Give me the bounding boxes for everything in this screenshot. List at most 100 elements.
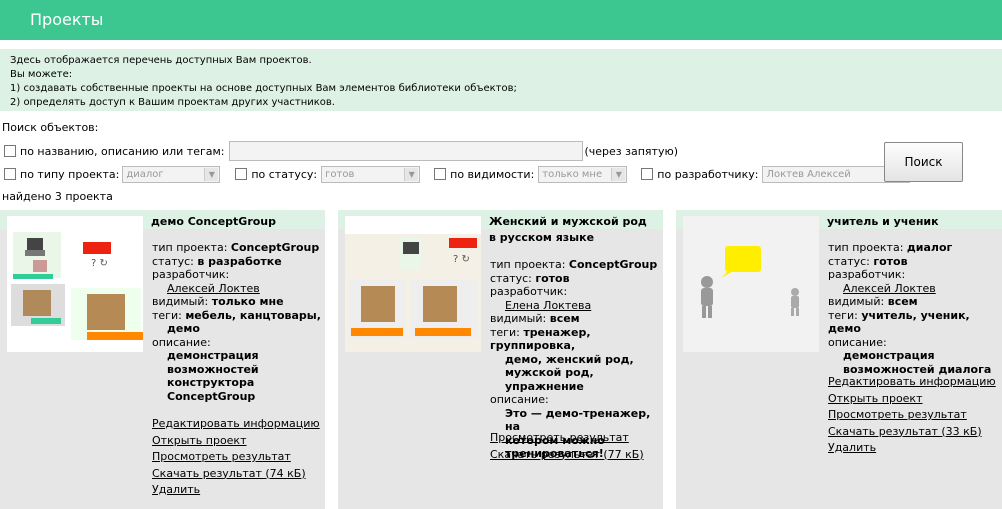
visible-label: видимый: xyxy=(152,295,209,308)
developer-label: разработчик: xyxy=(152,268,230,281)
page-header: Проекты xyxy=(0,0,1002,40)
status-label: статус: xyxy=(152,254,194,268)
type-filter-label: по типу проекта: xyxy=(20,167,120,181)
type-value: диалог xyxy=(906,241,953,254)
tags-value: мужской род, упражнение xyxy=(505,366,594,393)
status-select[interactable]: готов ▼ xyxy=(321,165,421,183)
developer-label: разработчик: xyxy=(828,268,906,281)
tags-label: теги: xyxy=(828,308,858,322)
search-input[interactable] xyxy=(228,141,583,161)
visibility-select-value: только мне xyxy=(542,168,603,180)
edit-info-link[interactable]: Редактировать информацию xyxy=(152,416,322,433)
visible-value: всем xyxy=(549,312,580,325)
visibility-filter-label: по видимости: xyxy=(450,167,535,181)
search-button[interactable]: Поиск xyxy=(884,142,963,182)
tags-label: теги: xyxy=(490,325,520,339)
status-label: статус: xyxy=(490,271,532,285)
developer-link[interactable]: Алексей Локтев xyxy=(167,282,260,295)
visibility-filter-checkbox[interactable] xyxy=(434,168,447,180)
description-line: возможностей xyxy=(167,362,259,376)
dialog-preview-image xyxy=(683,216,819,352)
view-result-link[interactable]: Просмотреть результат xyxy=(152,449,322,466)
download-result-link[interactable]: Скачать результат (33 кБ) xyxy=(828,424,998,441)
status-select-value: готов xyxy=(325,168,355,180)
visible-label: видимый: xyxy=(490,312,547,325)
info-line: Вы можете: xyxy=(10,69,73,80)
project-title: демо ConceptGroup xyxy=(151,215,277,228)
delete-link[interactable]: Удалить xyxy=(828,440,998,457)
open-project-link[interactable]: Открыть проект xyxy=(828,391,998,408)
page-title: Проекты xyxy=(30,10,104,29)
type-filter-checkbox[interactable] xyxy=(4,168,16,180)
open-project-link[interactable]: Открыть проект xyxy=(152,433,322,450)
status-value: готов xyxy=(873,254,908,268)
project-title: Женский и мужской род в русском языке xyxy=(489,215,647,244)
type-label: тип проекта: xyxy=(152,241,228,254)
description-line: конструктора xyxy=(167,376,255,389)
visibility-select[interactable]: только мне ▼ xyxy=(538,165,628,183)
chevron-down-icon: ▼ xyxy=(611,167,626,181)
description-line: демонстрация xyxy=(843,349,935,362)
download-result-link[interactable]: Скачать результат (74 кБ) xyxy=(152,466,322,483)
status-value: готов xyxy=(535,271,570,285)
project-card: ? ↻ Женский и мужской род в русском язык… xyxy=(338,210,663,509)
status-filter-checkbox[interactable] xyxy=(235,168,248,180)
status-filter-label: по статусу: xyxy=(251,167,318,181)
search-row-name: по названию, описанию или тегам: (через … xyxy=(4,141,678,161)
type-value: ConceptGroup xyxy=(568,258,658,271)
chevron-down-icon: ▼ xyxy=(404,167,419,181)
project-actions: Просмотреть результат Скачать результат … xyxy=(490,430,660,463)
status-value: в разработке xyxy=(197,254,282,268)
info-line: 1) создавать собственные проекты на осно… xyxy=(10,83,517,94)
edit-info-link[interactable]: Редактировать информацию xyxy=(828,374,998,391)
type-select-value: диалог xyxy=(126,168,164,180)
name-filter-label: по названию, описанию или тегам: xyxy=(20,144,225,158)
view-result-link[interactable]: Просмотреть результат xyxy=(490,430,660,447)
view-result-link[interactable]: Просмотреть результат xyxy=(828,407,998,424)
visible-label: видимый: xyxy=(828,295,885,308)
conceptgroup-preview-image: ? ↻ xyxy=(7,216,143,352)
tags-label: теги: xyxy=(152,308,182,322)
project-thumbnail[interactable] xyxy=(683,216,819,352)
description-label: описание: xyxy=(828,335,887,349)
visible-value: только мне xyxy=(211,295,284,308)
description-line: ConceptGroup xyxy=(167,389,256,403)
type-select[interactable]: диалог ▼ xyxy=(122,165,221,183)
project-title: учитель и ученик xyxy=(827,215,939,228)
info-panel: Здесь отображается перечень доступных Ва… xyxy=(0,49,1002,111)
name-filter-checkbox[interactable] xyxy=(4,145,16,157)
project-properties: тип проекта: диалог статус: готов разраб… xyxy=(828,241,998,376)
project-card: ? ↻ демо ConceptGroup тип проекта: Conce… xyxy=(0,210,325,509)
tags-value: демо, женский род, xyxy=(505,352,634,366)
svg-text:? ↻: ? ↻ xyxy=(91,258,108,269)
description-label: описание: xyxy=(152,335,211,349)
type-label: тип проекта: xyxy=(490,258,566,271)
project-properties: тип проекта: ConceptGroup статус: в разр… xyxy=(152,241,322,403)
project-card: учитель и ученик тип проекта: диалог ста… xyxy=(676,210,1002,509)
developer-filter-checkbox[interactable] xyxy=(641,168,654,180)
info-line: Здесь отображается перечень доступных Ва… xyxy=(10,55,312,66)
status-label: статус: xyxy=(828,254,870,268)
search-title: Поиск объектов: xyxy=(2,121,99,134)
description-label: описание: xyxy=(490,393,549,406)
developer-link[interactable]: Елена Локтева xyxy=(505,299,591,312)
type-label: тип проекта: xyxy=(828,241,904,254)
project-thumbnail[interactable]: ? ↻ xyxy=(7,216,143,352)
conceptgroup-preview-image: ? ↻ xyxy=(345,216,481,352)
type-value: ConceptGroup xyxy=(230,241,320,254)
info-line: 2) определять доступ к Вашим проектам др… xyxy=(10,97,335,108)
name-filter-hint: (через запятую) xyxy=(584,144,679,158)
tags-value: мебель, канцтовары, xyxy=(185,308,321,322)
project-thumbnail[interactable]: ? ↻ xyxy=(345,216,481,352)
developer-filter-label: по разработчику: xyxy=(657,167,759,181)
visible-value: всем xyxy=(887,295,918,308)
project-actions: Редактировать информацию Открыть проект … xyxy=(152,416,322,499)
project-actions: Редактировать информацию Открыть проект … xyxy=(828,374,998,457)
chevron-down-icon: ▼ xyxy=(204,167,219,181)
tags-value: демо xyxy=(167,322,200,335)
developer-link[interactable]: Алексей Локтев xyxy=(843,282,936,295)
delete-link[interactable]: Удалить xyxy=(152,482,322,499)
download-result-link[interactable]: Скачать результат (77 кБ) xyxy=(490,447,660,464)
svg-text:? ↻: ? ↻ xyxy=(453,254,470,265)
description-line: демонстрация xyxy=(167,349,259,362)
